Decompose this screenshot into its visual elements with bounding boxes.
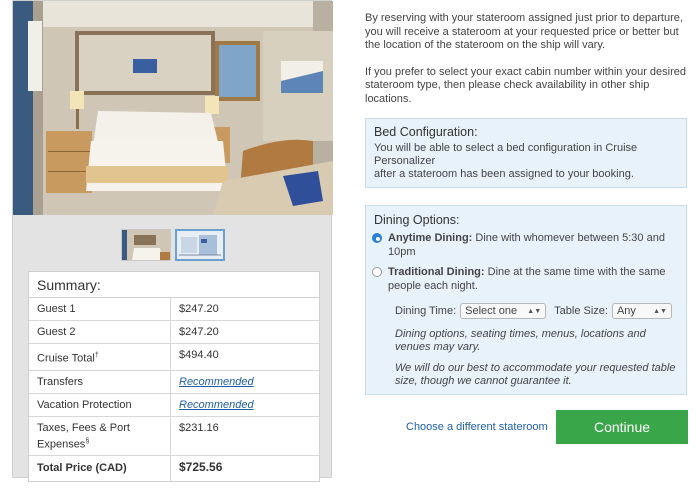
chevron-updown-icon: ▲▼ <box>653 307 667 315</box>
dining-note-1: Dining options, seating times, menus, lo… <box>395 328 646 353</box>
summary-value: $247.20 <box>179 326 219 338</box>
summary-label: Vacation Protection <box>29 393 171 416</box>
traditional-dining-option[interactable]: Traditional Dining: Dine at the same tim… <box>372 265 678 293</box>
table-size-value: Any <box>616 305 636 317</box>
summary-row-guest-2: Guest 2 $247.20 <box>29 321 319 344</box>
summary-label: Guest 1 <box>29 298 171 320</box>
dining-time-value: Select one <box>465 305 518 317</box>
transfers-recommended-link[interactable]: Recommended <box>179 376 254 388</box>
intro-paragraph-1: By reserving with your stateroom assigne… <box>365 12 683 51</box>
summary-value: $494.40 <box>179 349 219 361</box>
summary-label-cell: Cruise Total† <box>29 344 171 370</box>
summary-label-cell: Taxes, Fees & Port Expenses§ <box>29 416 171 455</box>
intro-text: By reserving with your stateroom assigne… <box>365 12 695 119</box>
dining-options-title: Dining Options: <box>374 213 460 227</box>
summary-label: Cruise Total <box>37 352 95 365</box>
thumbnail-room-photo[interactable] <box>121 229 171 261</box>
table-size-select[interactable]: Any ▲▼ <box>611 303 672 319</box>
section-footnote-mark: § <box>85 437 90 445</box>
choose-different-stateroom-link[interactable]: Choose a different stateroom <box>406 421 548 433</box>
stateroom-photo <box>13 1 333 215</box>
thumbnail-deck-plan[interactable] <box>175 229 225 261</box>
bed-configuration-box: Bed Configuration: You will be able to s… <box>365 118 687 188</box>
dining-selects: Dining Time: Select one ▲▼ Table Size: A… <box>395 303 678 319</box>
dining-time-label: Dining Time: <box>395 305 457 317</box>
summary-value: $247.20 <box>179 303 219 315</box>
anytime-dining-text: Anytime Dining: Dine with whomever betwe… <box>388 231 678 259</box>
price-summary: Summary: Guest 1 $247.20 Guest 2 $247.20… <box>28 271 320 482</box>
bed-configuration-title: Bed Configuration: <box>374 125 478 139</box>
anytime-dining-option[interactable]: Anytime Dining: Dine with whomever betwe… <box>372 231 678 259</box>
stateroom-panel: Summary: Guest 1 $247.20 Guest 2 $247.20… <box>12 0 333 482</box>
summary-label: Transfers <box>29 370 171 393</box>
summary-title: Summary: <box>29 272 319 298</box>
traditional-dining-label: Traditional Dining: <box>388 266 485 278</box>
summary-row-cruise-total: Cruise Total† $494.40 <box>29 344 319 371</box>
summary-label: Total Price (CAD) <box>29 455 171 481</box>
intro-paragraph-2: If you prefer to select your exact cabin… <box>365 65 686 105</box>
continue-button[interactable]: Continue <box>556 410 688 444</box>
traditional-dining-text: Traditional Dining: Dine at the same tim… <box>388 265 678 293</box>
table-size-label: Table Size: <box>554 305 608 317</box>
summary-value: $231.16 <box>179 421 219 434</box>
summary-row-guest-1: Guest 1 $247.20 <box>29 298 319 321</box>
dining-note-2: We will do our best to accommodate your … <box>395 362 676 387</box>
summary-row-taxes-fees: Taxes, Fees & Port Expenses§ $231.16 <box>29 416 319 456</box>
photo-thumbnails <box>121 229 225 261</box>
summary-label: Taxes, Fees & Port Expenses <box>37 421 130 451</box>
bed-configuration-line-1: You will be able to select a bed configu… <box>374 142 638 167</box>
summary-row-vacation-protection: Vacation Protection Recommended <box>29 393 319 417</box>
summary-row-total-price: Total Price (CAD) $725.56 <box>29 455 319 481</box>
traditional-dining-radio[interactable] <box>372 267 382 277</box>
summary-row-transfers: Transfers Recommended <box>29 370 319 394</box>
summary-label: Guest 2 <box>29 321 171 343</box>
dagger-footnote-mark: † <box>94 352 99 359</box>
dining-options-box: Dining Options: Anytime Dining: Dine wit… <box>365 205 687 395</box>
summary-value-cell: Recommended <box>171 394 319 416</box>
bed-configuration-line-2: after a stateroom has been assigned to y… <box>374 168 634 180</box>
chevron-updown-icon: ▲▼ <box>527 307 542 315</box>
dining-time-select[interactable]: Select one ▲▼ <box>460 303 547 319</box>
anytime-dining-label: Anytime Dining: <box>388 232 473 244</box>
summary-value: $725.56 <box>179 459 223 474</box>
vacation-protection-recommended-link[interactable]: Recommended <box>179 399 254 411</box>
summary-value-cell: Recommended <box>171 371 319 393</box>
anytime-dining-radio[interactable] <box>372 233 382 243</box>
